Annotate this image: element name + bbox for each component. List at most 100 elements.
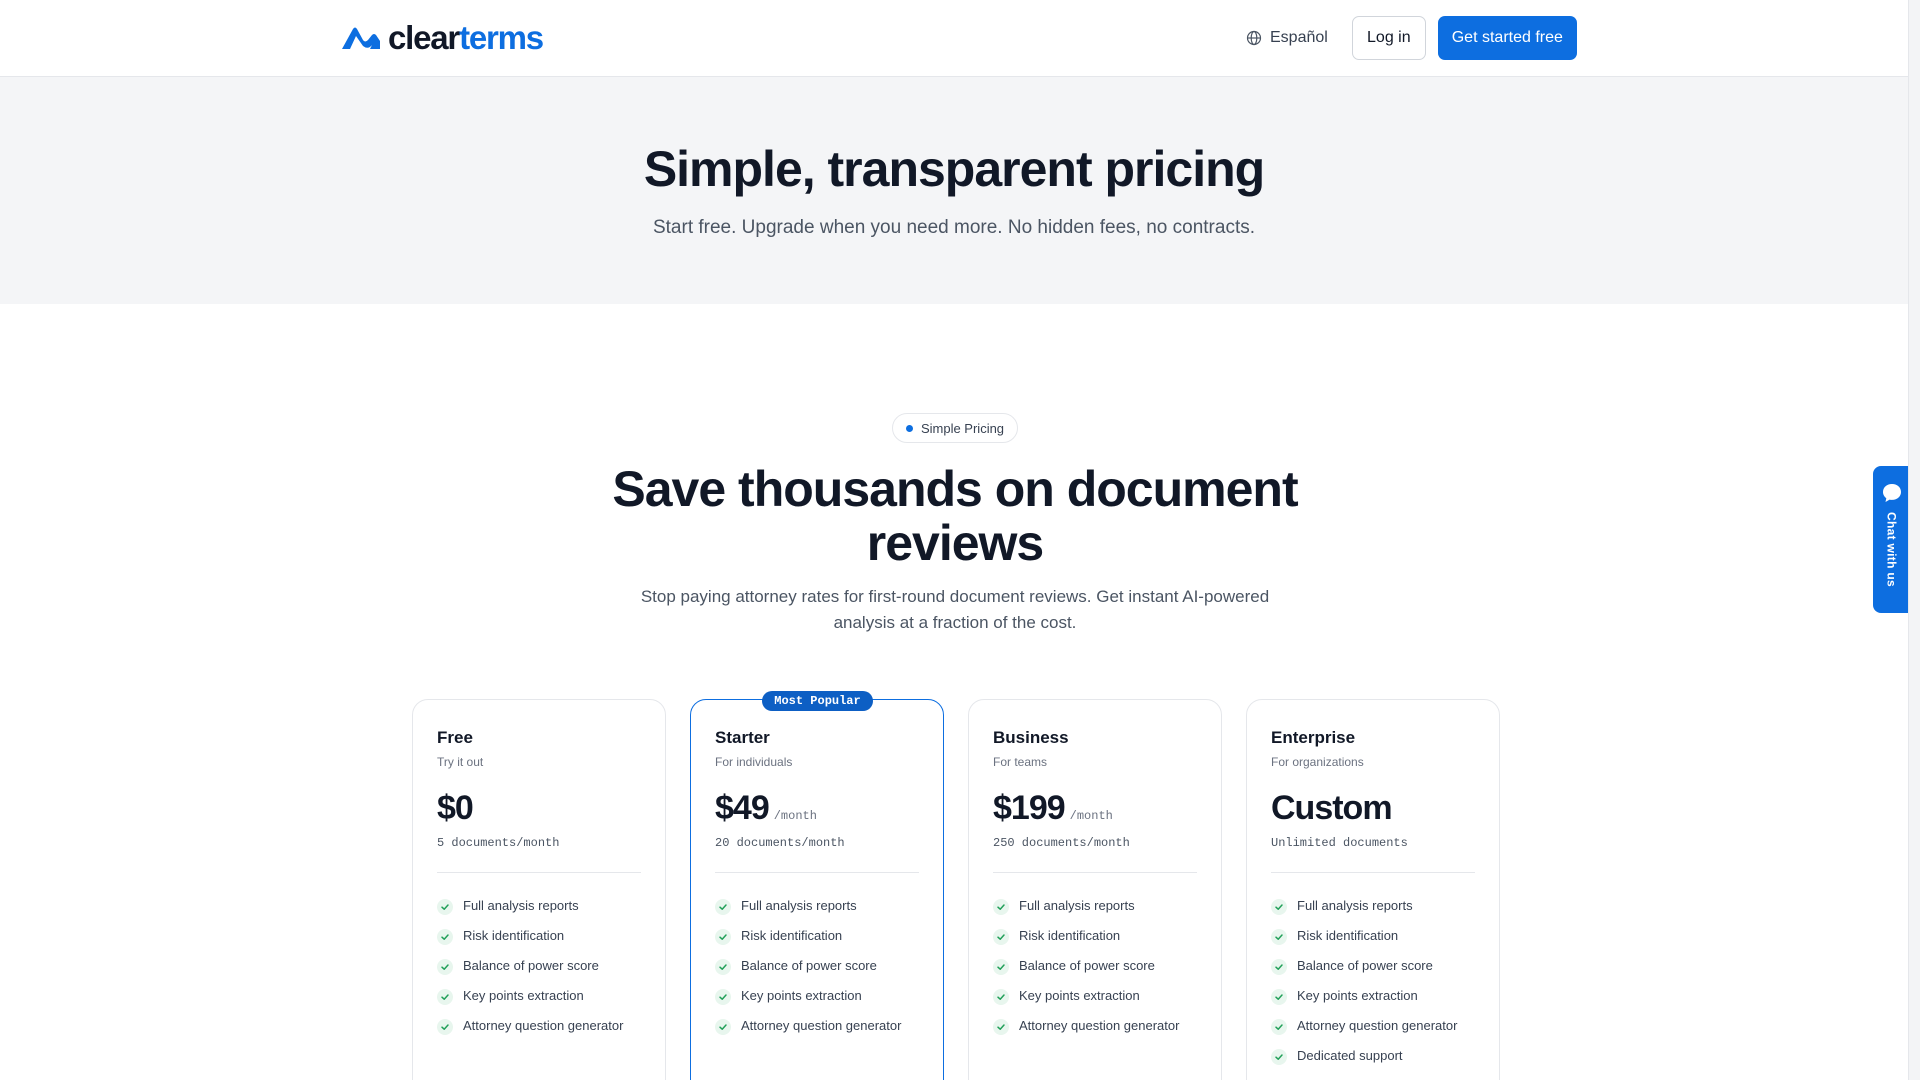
check-icon — [993, 928, 1009, 945]
plan-name: Free — [437, 728, 473, 747]
plan-card-starter: Most Popular Starter For individuals $49… — [690, 691, 944, 1080]
feature-list: Full analysis reports Risk identificatio… — [1271, 890, 1475, 1070]
clearterms-logo-icon — [342, 27, 380, 49]
logo-text-clear: clear — [388, 19, 460, 56]
divider — [715, 872, 919, 873]
globe-icon — [1246, 30, 1262, 46]
divider — [1271, 872, 1475, 873]
feature-label: Full analysis reports — [463, 897, 579, 913]
page: clearterms Español Log in Get started fr… — [0, 0, 1908, 1080]
feature-item: Full analysis reports — [437, 890, 641, 920]
feature-label: Attorney question generator — [463, 1017, 624, 1033]
feature-item: Attorney question generator — [715, 1010, 919, 1040]
feature-list: Full analysis reports Risk identificatio… — [715, 890, 919, 1040]
feature-item: Risk identification — [993, 920, 1197, 950]
plan-price: $199 — [993, 789, 1066, 827]
plan-price: $49 — [715, 789, 770, 827]
chat-label: Chat with us — [1884, 512, 1899, 587]
feature-label: Full analysis reports — [741, 897, 857, 913]
page-scrollbar[interactable] — [1908, 0, 1920, 1080]
check-icon — [437, 988, 453, 1005]
feature-label: Balance of power score — [1297, 957, 1433, 973]
check-icon — [993, 988, 1009, 1005]
feature-item: Balance of power score — [1271, 950, 1475, 980]
feature-list: Full analysis reports Risk identificatio… — [993, 890, 1197, 1040]
logo-text-terms: terms — [459, 19, 544, 56]
check-icon — [715, 988, 731, 1005]
feature-item: Balance of power score — [715, 950, 919, 980]
pill-dot — [905, 424, 913, 432]
price-row: Custom — [1271, 789, 1475, 827]
check-icon — [993, 1018, 1009, 1035]
price-row: $49 /month — [715, 789, 919, 827]
section-title: Save thousands on document reviews — [612, 461, 1298, 571]
feature-item: Key points extraction — [1271, 980, 1475, 1010]
most-popular-badge: Most Popular — [762, 691, 873, 711]
check-icon — [715, 928, 731, 945]
plan-tagline: For individuals — [715, 755, 793, 769]
feature-item: Full analysis reports — [715, 890, 919, 920]
feature-label: Balance of power score — [463, 957, 599, 973]
pill-label: Simple Pricing — [920, 420, 1005, 436]
logo-link[interactable]: clearterms — [338, 19, 544, 56]
feature-label: Balance of power score — [1019, 957, 1155, 973]
chat-widget-tab[interactable]: Chat with us — [1873, 466, 1908, 613]
feature-label: Attorney question generator — [1297, 1017, 1458, 1033]
feature-item: Key points extraction — [993, 980, 1197, 1010]
login-button[interactable]: Log in — [1351, 16, 1426, 60]
feature-item: Risk identification — [1271, 920, 1475, 950]
hero-section: Simple, transparent pricing Start free. … — [0, 77, 1908, 304]
plan-name: Business — [993, 728, 1069, 747]
check-icon — [437, 928, 453, 945]
plan-tagline: For organizations — [1271, 755, 1364, 769]
plan-card-enterprise: Enterprise For organizations Custom Unli… — [1246, 699, 1500, 1080]
feature-item: Balance of power score — [437, 950, 641, 980]
plan-documents: 5 documents/month — [437, 836, 560, 850]
check-icon — [1271, 898, 1287, 915]
feature-item: Key points extraction — [437, 980, 641, 1010]
plan-name: Enterprise — [1271, 728, 1356, 747]
section-pill: Simple Pricing — [892, 413, 1018, 443]
feature-item: Key points extraction — [715, 980, 919, 1010]
check-icon — [1271, 958, 1287, 975]
feature-item: Full analysis reports — [1271, 890, 1475, 920]
feature-label: Risk identification — [741, 927, 843, 943]
hero-subtitle: Start free. Upgrade when you need more. … — [652, 217, 1256, 238]
plan-documents: 250 documents/month — [993, 836, 1130, 850]
divider — [437, 872, 641, 873]
plan-price: Custom — [1271, 789, 1393, 827]
language-switcher[interactable]: Español — [1246, 29, 1328, 47]
check-icon — [1271, 1048, 1287, 1065]
check-icon — [715, 958, 731, 975]
language-label: Español — [1270, 29, 1328, 46]
plan-card-free: Free Try it out $0 5 documents/month Ful… — [412, 699, 666, 1080]
check-icon — [437, 1018, 453, 1035]
feature-label: Key points extraction — [463, 987, 584, 1003]
feature-label: Dedicated support — [1297, 1047, 1403, 1063]
feature-label: Risk identification — [1019, 927, 1121, 943]
plan-name: Starter — [715, 728, 770, 747]
feature-label: Attorney question generator — [741, 1017, 902, 1033]
hero-title: Simple, transparent pricing — [643, 141, 1265, 197]
feature-label: Balance of power score — [741, 957, 877, 973]
check-icon — [993, 958, 1009, 975]
plan-price: $0 — [437, 789, 474, 827]
feature-item: Dedicated support — [1271, 1040, 1475, 1070]
price-row: $199 /month — [993, 789, 1197, 827]
feature-label: Key points extraction — [741, 987, 862, 1003]
feature-label: Full analysis reports — [1019, 897, 1135, 913]
feature-item: Full analysis reports — [993, 890, 1197, 920]
plan-documents: Unlimited documents — [1271, 836, 1408, 850]
feature-item: Attorney question generator — [993, 1010, 1197, 1040]
price-row: $0 — [437, 789, 641, 827]
feature-item: Risk identification — [437, 920, 641, 950]
plan-tagline: Try it out — [437, 755, 484, 769]
plan-documents: 20 documents/month — [715, 836, 845, 850]
feature-label: Risk identification — [463, 927, 565, 943]
get-started-button[interactable]: Get started free — [1437, 16, 1577, 60]
plan-tagline: For teams — [993, 755, 1048, 769]
section-subtitle: Stop paying attorney rates for first-rou… — [640, 587, 1270, 632]
feature-item: Balance of power score — [993, 950, 1197, 980]
site-header: clearterms Español Log in Get started fr… — [0, 0, 1908, 77]
check-icon — [715, 898, 731, 915]
